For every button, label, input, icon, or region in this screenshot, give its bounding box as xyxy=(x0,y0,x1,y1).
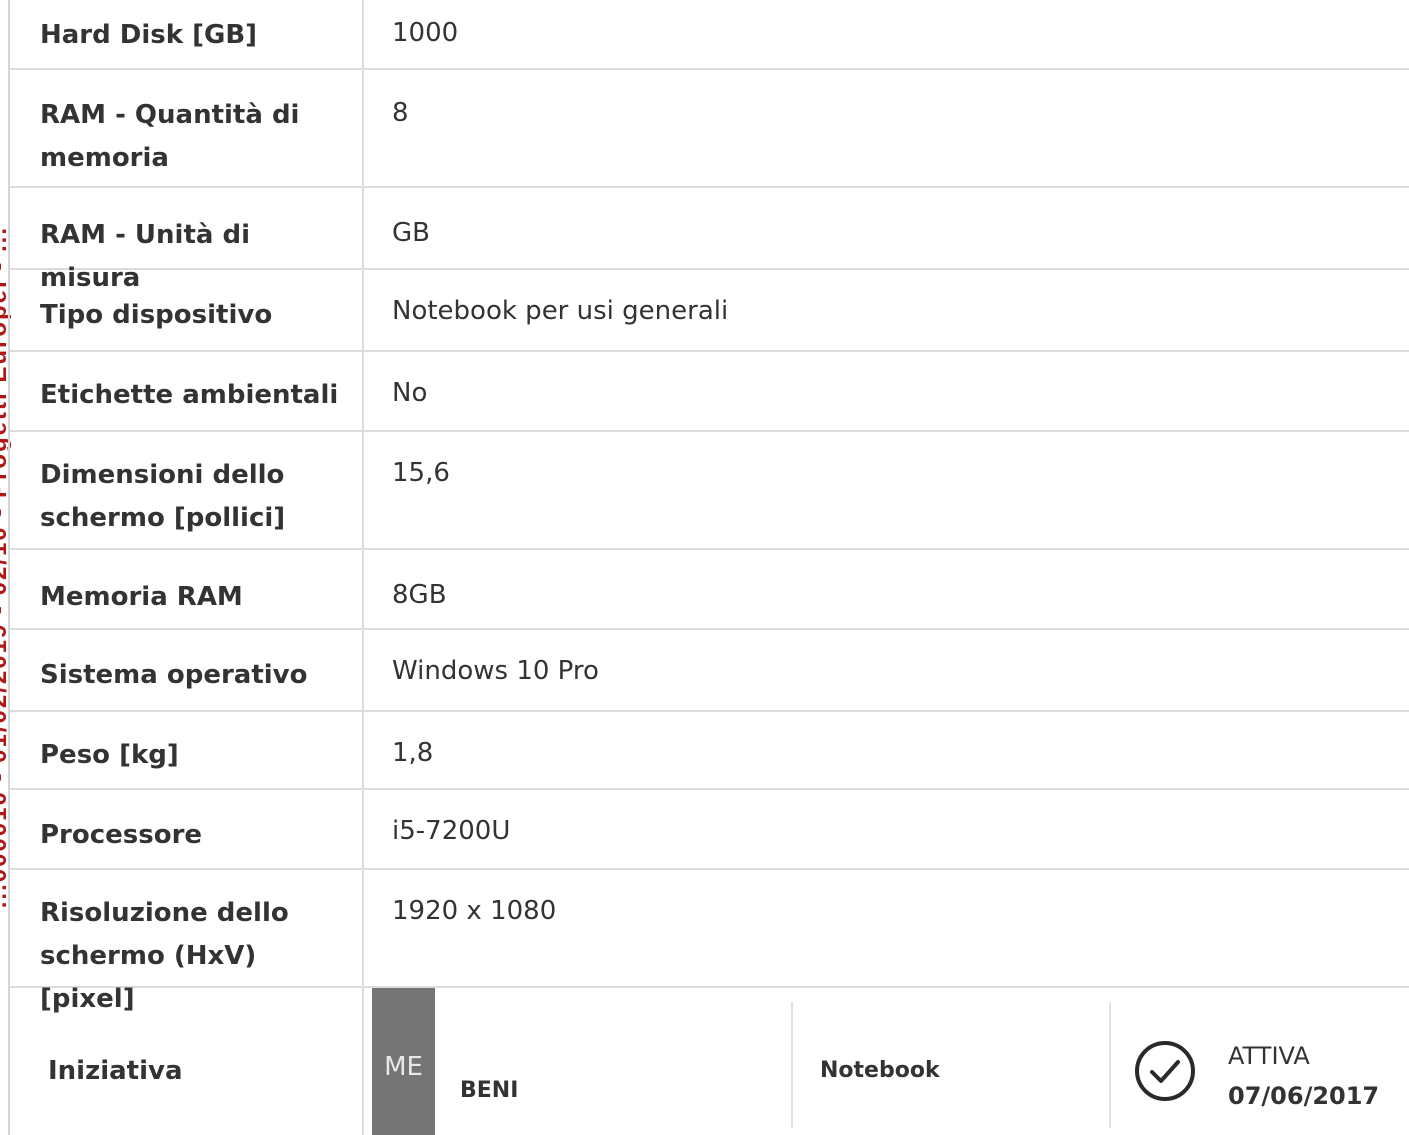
spec-row-hard-disk: Hard Disk [GB] 1000 xyxy=(10,0,1409,70)
status-text: ATTIVA xyxy=(1228,1042,1310,1070)
spec-value: 15,6 xyxy=(392,458,450,488)
spec-row-processor: Processore i5-7200U xyxy=(10,790,1409,870)
spec-row-ram-quantity: RAM - Quantità di memoria 8 xyxy=(10,70,1409,188)
spec-row-ram-unit: RAM - Unità di misura GB xyxy=(10,188,1409,293)
spec-label: Etichette ambientali xyxy=(40,380,339,410)
product-label: Notebook xyxy=(820,1058,940,1083)
spec-value: 1920 x 1080 xyxy=(392,896,557,926)
spec-label: Tipo dispositivo xyxy=(40,300,273,330)
spec-value: GB xyxy=(392,218,430,248)
spec-value: 1000 xyxy=(392,18,459,48)
spec-row-eco-labels: Etichette ambientali No xyxy=(10,352,1409,432)
spec-row-screen-resolution: Risoluzione dello schermo (HxV) [pixel] … xyxy=(10,870,1409,1014)
spec-value: 8GB xyxy=(392,580,447,610)
spec-row-os: Sistema operativo Windows 10 Pro xyxy=(10,630,1409,712)
spec-value: Windows 10 Pro xyxy=(392,656,599,686)
spec-row-device-type: Tipo dispositivo Notebook per usi genera… xyxy=(10,270,1409,352)
spec-label: Processore xyxy=(40,820,203,850)
spec-row-weight: Peso [kg] 1,8 xyxy=(10,712,1409,790)
iniziativa-label: Iniziativa xyxy=(48,1056,183,1086)
spec-value: 1,8 xyxy=(392,738,434,768)
spec-value: Notebook per usi generali xyxy=(392,296,729,326)
spec-label: Peso [kg] xyxy=(40,740,179,770)
spec-label: Memoria RAM xyxy=(40,582,243,612)
spec-label: Dimensioni dello schermo [pollici] xyxy=(40,460,286,533)
category-label: BENI xyxy=(460,1078,519,1103)
status-block: ATTIVA 07/06/2017 xyxy=(1228,1036,1379,1116)
spec-label: Hard Disk [GB] xyxy=(40,20,258,50)
spec-value: No xyxy=(392,378,428,408)
iniziativa-row: Iniziativa ME BENI Notebook ATTIVA 07/06… xyxy=(10,988,1409,1135)
spec-value: i5-7200U xyxy=(392,816,511,846)
spec-label: Sistema operativo xyxy=(40,660,308,690)
spec-row-ram-memory: Memoria RAM 8GB xyxy=(10,550,1409,630)
spec-row-screen-size: Dimensioni dello schermo [pollici] 15,6 xyxy=(10,432,1409,550)
spec-table: Hard Disk [GB] 1000 RAM - Quantità di me… xyxy=(8,0,1409,1135)
spec-label: RAM - Quantità di memoria xyxy=(40,100,300,173)
category-cell: BENI xyxy=(435,1002,793,1128)
check-circle-icon xyxy=(1135,1041,1195,1101)
iniziativa-card[interactable]: ME BENI Notebook ATTIVA 07/06/2017 xyxy=(372,988,1409,1135)
spec-value: 8 xyxy=(392,98,409,128)
status-date: 07/06/2017 xyxy=(1228,1082,1380,1110)
me-badge: ME xyxy=(372,988,435,1135)
